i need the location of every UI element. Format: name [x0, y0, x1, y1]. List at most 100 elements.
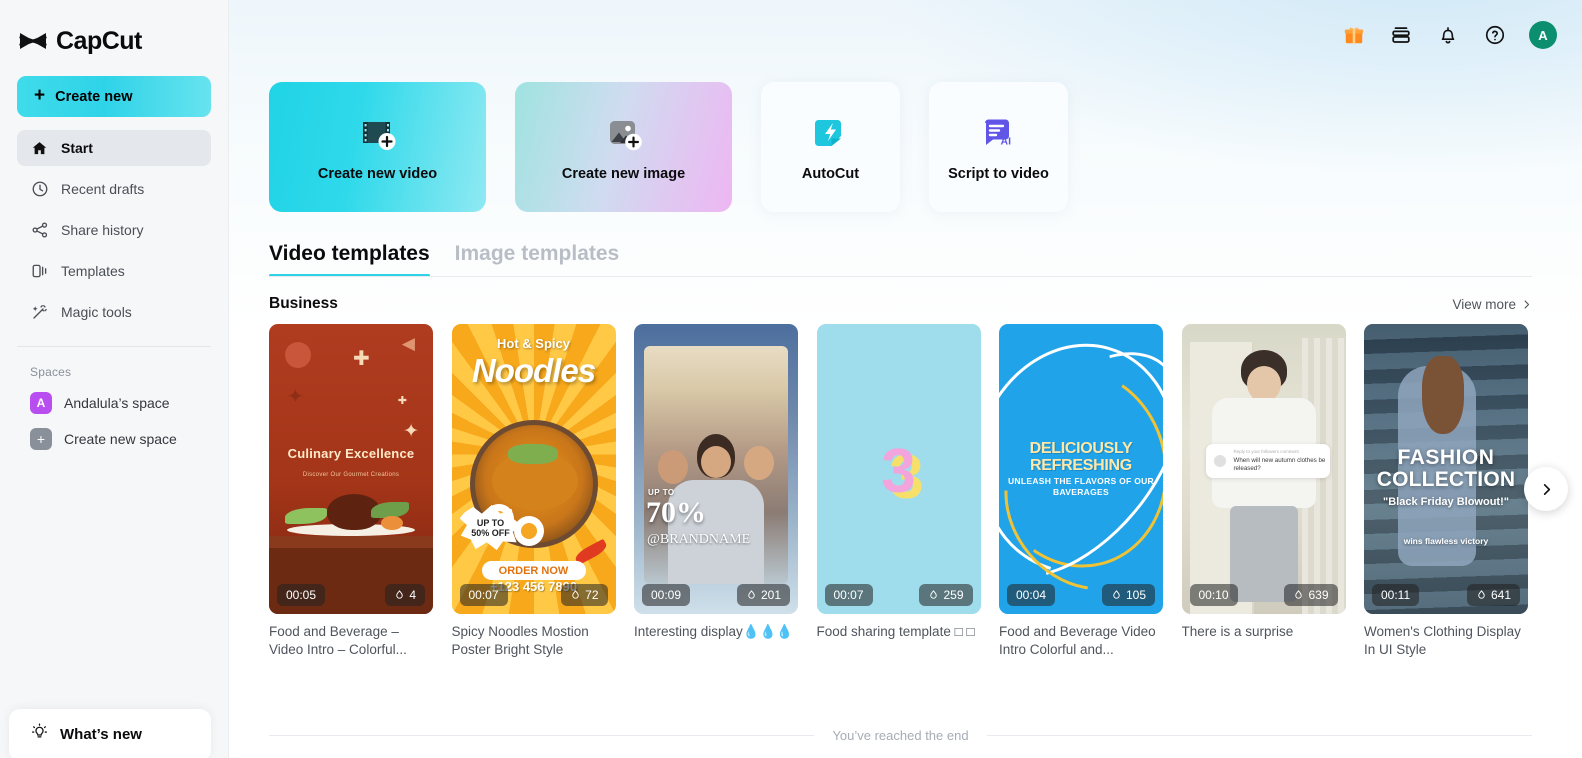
template-thumbnail[interactable]: Reply to your followers comment When wil…: [1181, 324, 1346, 614]
tab-label: Image templates: [454, 242, 620, 265]
action-label: Script to video: [948, 165, 1049, 182]
clock-icon: [30, 180, 49, 199]
action-label: Create new video: [317, 165, 438, 182]
autocut-icon: [809, 113, 853, 157]
action-label: Create new image: [561, 165, 686, 182]
template-card[interactable]: ✚ ◀ ✦ ✚ ✦ Culinary Excellence Discover O…: [269, 324, 433, 659]
create-new-image-card[interactable]: Create new image: [515, 82, 732, 212]
bell-icon[interactable]: [1435, 22, 1461, 48]
likes-badge: 105: [1101, 583, 1155, 606]
divider-left: [269, 735, 815, 736]
space-avatar: A: [30, 392, 52, 414]
template-thumbnail[interactable]: DELICIOUSLY REFRESHING UNLEASH THE FLAVO…: [999, 324, 1163, 614]
help-icon[interactable]: [1482, 22, 1508, 48]
sidebar-item-label: Start: [61, 140, 93, 156]
avatar[interactable]: A: [1529, 21, 1557, 49]
home-icon: [30, 139, 49, 158]
plus-icon: +: [34, 85, 46, 106]
likes-badge: 4: [385, 583, 425, 606]
art-subtitle: UNLEASH THE FLAVORS OF OUR BAVERAGES: [1007, 476, 1154, 497]
divider-right: [986, 735, 1533, 736]
create-new-video-card[interactable]: Create new video: [269, 82, 486, 212]
flame-icon: [572, 590, 579, 599]
art-title: Hot & Spicy: [497, 336, 570, 351]
tab-image-templates[interactable]: Image templates: [455, 242, 620, 277]
whats-new-button[interactable]: What’s new: [9, 709, 211, 758]
image-plus-icon: [602, 113, 646, 157]
art-counter: 3: [881, 437, 916, 506]
template-card[interactable]: 3 00:07 259 Food sharing template □ □: [816, 324, 981, 659]
template-card[interactable]: Hot & Spicy Noodles UP TO 50% OFF ORDER …: [451, 324, 616, 659]
sidebar-item-label: Templates: [61, 263, 125, 279]
thumbnail-art: DELICIOUSLY REFRESHING UNLEASH THE FLAVO…: [999, 324, 1163, 614]
magic-wand-icon: [30, 303, 49, 322]
wallet-icon[interactable]: [1388, 22, 1414, 48]
art-heading: Noodles: [471, 352, 596, 389]
app-logo[interactable]: CapCut: [0, 0, 228, 60]
templates-icon: [30, 262, 49, 281]
autocut-card[interactable]: AutoCut: [761, 82, 900, 212]
thumbnail-art: Reply to your followers comment When wil…: [1181, 324, 1346, 614]
duration-badge: 00:04: [1007, 583, 1056, 606]
tab-label: Video templates: [269, 242, 430, 265]
art-title: Culinary Excellence: [287, 446, 415, 461]
template-thumbnail[interactable]: ✚ ◀ ✦ ✚ ✦ Culinary Excellence Discover O…: [269, 324, 433, 614]
template-caption: Food sharing template □ □: [816, 624, 975, 639]
create-new-label: Create new: [55, 88, 133, 105]
template-card[interactable]: UP TO 70% @BRANDNAME 00:09 201 Interesti…: [634, 324, 798, 659]
art-brand: @BRANDNAME: [647, 532, 751, 547]
template-thumbnail[interactable]: UP TO 70% @BRANDNAME 00:09 201: [634, 324, 798, 614]
main-content: A Create new video Create new image Auto…: [229, 0, 1582, 758]
template-card[interactable]: DELICIOUSLY REFRESHING UNLEASH THE FLAVO…: [999, 324, 1163, 659]
art-message: When will new autumn clothes be released…: [1233, 457, 1326, 473]
space-item-label: Andalula’s space: [64, 395, 170, 411]
app-logo-text: CapCut: [56, 26, 142, 55]
thumbnail-art: UP TO 70% @BRANDNAME: [634, 324, 798, 614]
art-reply-label: Reply to your followers comment: [1233, 449, 1299, 454]
thumbnail-art: ✚ ◀ ✦ ✚ ✦ Culinary Excellence Discover O…: [269, 324, 433, 614]
view-more-label: View more: [1452, 296, 1516, 312]
carousel-next-button[interactable]: [1524, 467, 1568, 511]
art-subtitle: Discover Our Gourmet Creations: [302, 472, 400, 478]
plus-icon: +: [30, 428, 52, 450]
template-card[interactable]: FASHION COLLECTION "Black Friday Blowout…: [1364, 324, 1528, 659]
sidebar: CapCut + Create new Start Recent drafts: [0, 0, 229, 758]
art-percent: 70%: [646, 496, 706, 529]
script-to-video-card[interactable]: AI Script to video: [929, 82, 1068, 212]
view-more-button[interactable]: View more: [1452, 297, 1532, 312]
likes-badge: 639: [1284, 583, 1338, 606]
section-header: Business View more: [269, 295, 1532, 313]
thumbnail-art: FASHION COLLECTION "Black Friday Blowout…: [1364, 324, 1528, 614]
whats-new-label: What’s new: [60, 725, 142, 743]
sidebar-item-templates[interactable]: Templates: [17, 253, 211, 289]
sidebar-item-recent-drafts[interactable]: Recent drafts: [17, 171, 211, 207]
chevron-right-icon: [1543, 483, 1550, 495]
create-new-space-button[interactable]: + Create new space: [0, 421, 228, 457]
art-comment-bubble: Reply to your followers comment When wil…: [1205, 444, 1330, 478]
end-of-list: You’ve reached the end: [269, 728, 1533, 743]
template-card[interactable]: Reply to your followers comment When wil…: [1181, 324, 1346, 659]
template-caption: Spicy Noodles Mostion Poster Bright Styl…: [451, 624, 589, 658]
art-title: DELICIOUSLY REFRESHING: [1029, 440, 1133, 475]
template-grid: ✚ ◀ ✦ ✚ ✦ Culinary Excellence Discover O…: [229, 324, 1582, 659]
duration-badge: 00:09: [642, 583, 691, 606]
share-icon: [30, 221, 49, 240]
sidebar-item-magic-tools[interactable]: Magic tools: [17, 294, 211, 330]
template-tabs: Video templates Image templates: [269, 242, 1532, 277]
sidebar-item-share-history[interactable]: Share history: [17, 212, 211, 248]
lightbulb-icon: [31, 723, 48, 745]
template-thumbnail[interactable]: FASHION COLLECTION "Black Friday Blowout…: [1364, 324, 1528, 614]
template-caption: Interesting display💧💧💧: [634, 624, 794, 639]
space-item-andalula[interactable]: A Andalula’s space: [0, 385, 228, 421]
tab-video-templates[interactable]: Video templates: [269, 242, 430, 277]
create-new-button[interactable]: + Create new: [17, 76, 211, 117]
sidebar-item-start[interactable]: Start: [17, 130, 211, 166]
duration-badge: 00:07: [824, 583, 873, 606]
template-thumbnail[interactable]: Hot & Spicy Noodles UP TO 50% OFF ORDER …: [451, 324, 616, 614]
tabs-divider: [269, 276, 1532, 277]
spaces-section-label: Spaces: [30, 365, 72, 379]
template-thumbnail[interactable]: 3 00:07 259: [816, 324, 981, 614]
gift-icon[interactable]: [1341, 22, 1367, 48]
duration-badge: 00:10: [1189, 583, 1238, 606]
chevron-right-icon: [1524, 300, 1530, 308]
